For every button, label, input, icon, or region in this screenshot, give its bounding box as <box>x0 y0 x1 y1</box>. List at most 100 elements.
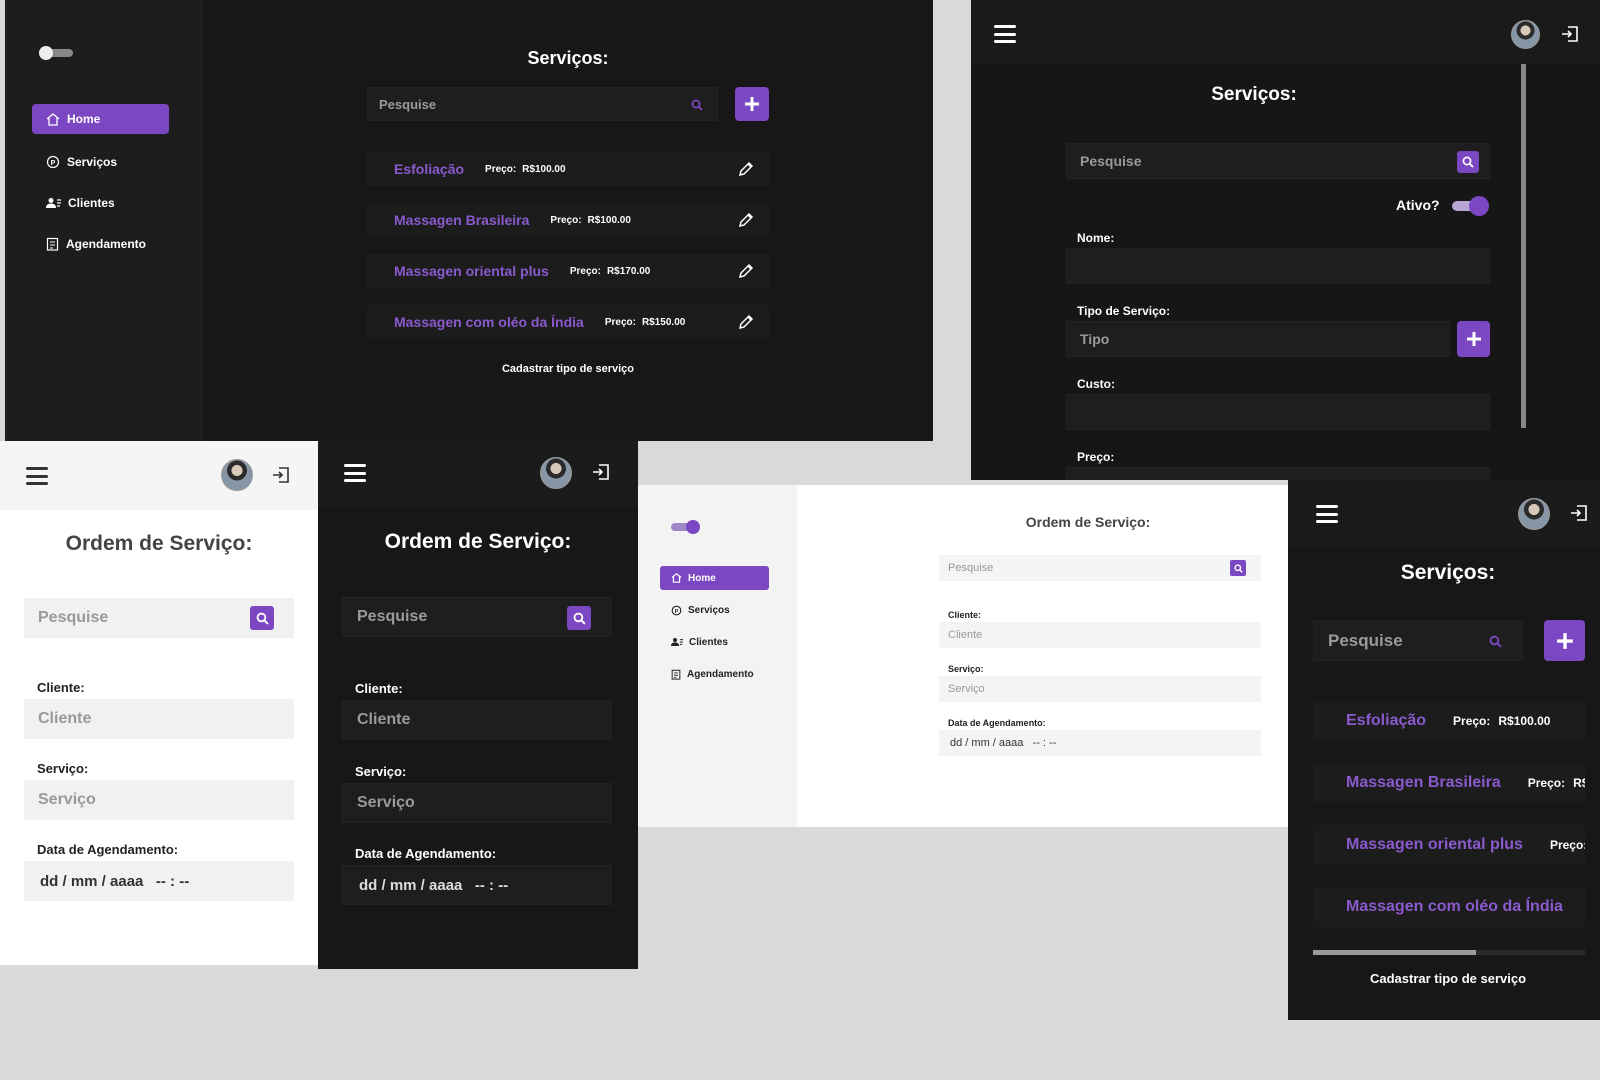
list-item[interactable]: Massagen oriental plus Preço: R$170.00 <box>367 254 769 288</box>
search-placeholder: Pesquise <box>948 562 994 574</box>
add-service-type-button[interactable] <box>1457 321 1490 357</box>
price-value: R$170.00 <box>606 265 651 277</box>
users-icon <box>671 637 683 647</box>
logout-icon[interactable] <box>1570 504 1588 522</box>
list-item[interactable]: Esfoliação Preço: R$100.00 <box>1313 701 1585 741</box>
service-field[interactable]: Serviço <box>24 780 294 820</box>
list-item[interactable]: Esfoliação Preço: R$100.00 <box>367 152 769 186</box>
search-input[interactable]: Pesquise <box>342 597 612 637</box>
logout-icon[interactable] <box>1561 25 1579 43</box>
list-item[interactable]: Massagen Brasileira Preço: R$100.00 <box>367 203 769 237</box>
avatar[interactable] <box>1511 20 1540 49</box>
logout-icon[interactable] <box>592 463 610 481</box>
avatar[interactable] <box>221 459 253 491</box>
scrollbar[interactable] <box>1521 64 1526 428</box>
cost-field[interactable] <box>1066 394 1490 430</box>
search-input[interactable]: Pesquise <box>1066 143 1490 179</box>
search-placeholder: Pesquise <box>38 609 109 626</box>
price-value: R$100.00 <box>1498 714 1551 728</box>
sidebar-item-agendamento[interactable]: Agendamento <box>32 232 169 256</box>
add-service-button[interactable] <box>735 87 769 121</box>
sidebar-item-agendamento[interactable]: Agendamento <box>660 664 769 684</box>
service-label: Serviço: <box>948 664 984 674</box>
mobile-dark-order-panel: Ordem de Serviço: Pesquise Cliente: Clie… <box>318 441 638 969</box>
active-label: Ativo? <box>1396 197 1440 213</box>
sidebar-item-clientes[interactable]: Clientes <box>32 191 169 215</box>
client-field[interactable]: Cliente <box>939 622 1261 648</box>
search-input[interactable]: Pesquise <box>1313 620 1523 661</box>
pencil-icon[interactable] <box>738 212 754 228</box>
service-type-field[interactable]: Tipo <box>1066 321 1450 357</box>
p-circle-icon: P <box>671 605 682 616</box>
search-input[interactable]: Pesquise <box>24 598 294 638</box>
price-field[interactable] <box>1066 467 1490 480</box>
service-name: Esfoliação <box>394 161 465 177</box>
sidebar-item-label: Agendamento <box>687 668 754 680</box>
top-bar <box>318 441 638 507</box>
list-item[interactable]: Massagen com oléo da Índia <box>1313 887 1585 927</box>
theme-toggle[interactable] <box>671 520 701 534</box>
logout-icon[interactable] <box>272 466 290 484</box>
sidebar-item-servicos[interactable]: P Serviços <box>660 600 769 620</box>
search-icon[interactable] <box>1489 635 1502 648</box>
service-label: Serviço: <box>37 761 89 776</box>
register-service-type-link[interactable]: Cadastrar tipo de serviço <box>468 363 668 375</box>
menu-icon[interactable] <box>344 464 366 482</box>
avatar[interactable] <box>1518 498 1550 530</box>
service-placeholder: Serviço <box>357 794 415 811</box>
price-value: R$100.00 <box>522 163 566 175</box>
schedule-date-label: Data de Agendamento: <box>355 846 497 861</box>
schedule-date-field[interactable]: dd / mm / aaaa -- : -- <box>342 865 612 905</box>
sidebar-item-home[interactable]: Home <box>660 566 769 590</box>
sidebar-item-home[interactable]: Home <box>32 104 169 134</box>
price-label: Preço: <box>1549 838 1585 852</box>
pencil-icon[interactable] <box>738 263 754 279</box>
list-item[interactable]: Massagen oriental plus Preço: <box>1313 825 1585 865</box>
service-field[interactable]: Serviço <box>342 783 612 823</box>
avatar[interactable] <box>540 457 572 489</box>
schedule-date-label: Data de Agendamento: <box>37 842 179 857</box>
schedule-date-field[interactable]: dd / mm / aaaa -- : -- <box>939 730 1261 756</box>
pencil-icon[interactable] <box>738 314 754 330</box>
add-service-button[interactable] <box>1544 620 1585 661</box>
service-field[interactable]: Serviço <box>939 676 1261 702</box>
sidebar-item-clientes[interactable]: Clientes <box>660 632 769 652</box>
register-service-type-link[interactable]: Cadastrar tipo de serviço <box>1323 971 1573 986</box>
theme-toggle[interactable] <box>39 46 73 60</box>
page-title: Serviços: <box>1400 561 1496 584</box>
search-button[interactable] <box>1230 560 1246 576</box>
sidebar-item-servicos[interactable]: P Serviços <box>32 150 169 174</box>
search-button[interactable] <box>1457 151 1479 173</box>
schedule-date-field[interactable]: dd / mm / aaaa -- : -- <box>24 861 294 901</box>
svg-text:P: P <box>51 160 56 167</box>
search-placeholder: Pesquise <box>1328 630 1403 650</box>
menu-icon[interactable] <box>994 25 1016 43</box>
horizontal-scrollbar[interactable] <box>1313 950 1585 955</box>
sidebar-item-label: Serviços <box>688 604 730 616</box>
pencil-icon[interactable] <box>738 161 754 177</box>
search-icon <box>1462 156 1474 168</box>
clipboard-icon <box>46 237 59 251</box>
client-label: Cliente: <box>355 681 403 696</box>
menu-icon[interactable] <box>1316 505 1338 523</box>
page-title: Ordem de Serviço: <box>65 532 253 555</box>
date-placeholder: dd / mm / aaaa -- : -- <box>950 737 1057 749</box>
search-button[interactable] <box>250 606 274 630</box>
search-input[interactable]: Pesquise <box>939 555 1261 581</box>
list-item[interactable]: Massagen com oléo da Índia Preço: R$150.… <box>367 305 769 339</box>
search-input[interactable]: Pesquise <box>367 87 718 121</box>
search-icon[interactable] <box>691 99 703 111</box>
sidebar-item-label: Clientes <box>689 636 728 648</box>
search-button[interactable] <box>567 606 591 630</box>
list-item[interactable]: Massagen Brasileira Preço: R$ <box>1313 763 1585 803</box>
menu-icon[interactable] <box>26 467 48 485</box>
client-field[interactable]: Cliente <box>24 699 294 739</box>
active-toggle[interactable] <box>1450 196 1490 216</box>
desktop-light-order-panel: Home P Serviços Clientes Agendamento Ord… <box>638 485 1288 827</box>
client-label: Cliente: <box>37 680 85 695</box>
client-placeholder: Cliente <box>357 711 411 728</box>
clipboard-icon <box>671 669 681 680</box>
client-field[interactable]: Cliente <box>342 700 612 740</box>
name-field[interactable] <box>1066 248 1490 284</box>
name-label: Nome: <box>1077 231 1115 245</box>
